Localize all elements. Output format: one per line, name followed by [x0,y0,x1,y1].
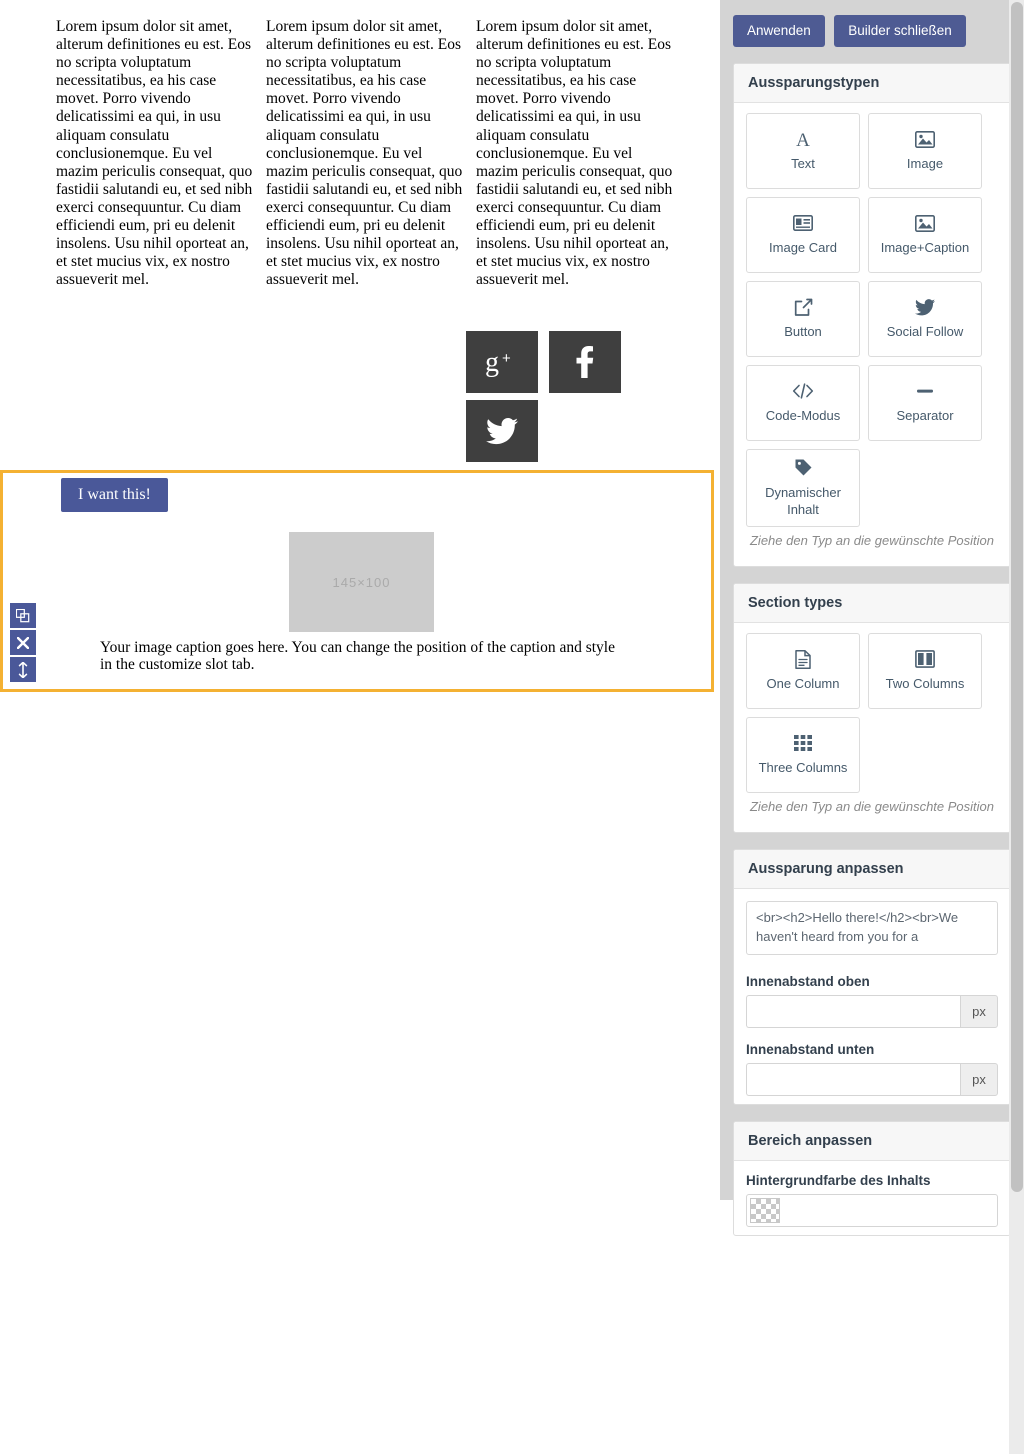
customize-slot-title: Aussparung anpassen [734,849,1010,889]
slot-tile-label: Button [784,324,822,339]
slot-tile-image-caption[interactable]: Image+Caption [868,196,982,273]
section-tile-three-columns[interactable]: Three Columns [746,716,860,793]
slot-tile-label: Image+Caption [880,240,970,255]
slot-tile-dynamic-content[interactable]: Dynamischer Inhalt [746,448,860,527]
three-column-text-section: Lorem ipsum dolor sit amet, alterum defi… [0,18,716,289]
close-builder-button[interactable]: Builder schließen [834,15,966,47]
i-want-this-button[interactable]: I want this! [61,478,168,512]
section-tile-label: Three Columns [758,760,848,775]
customize-area-title: Bereich anpassen [734,1121,1010,1161]
section-tile-label: One Column [766,676,840,691]
customize-area-card: Bereich anpassen Hintergrundfarbe des In… [733,1120,1011,1236]
facebook-icon[interactable] [549,331,622,393]
close-icon[interactable] [10,630,36,655]
slot-tile-label: Separator [896,408,954,423]
tag-icon [794,458,813,478]
section-types-hint: Ziehe den Typ an die gewünschte Position [749,798,995,814]
text-column: Lorem ipsum dolor sit amet, alterum defi… [476,18,673,289]
builder-root: Lorem ipsum dolor sit amet, alterum defi… [0,0,1024,1454]
image-card-icon [793,213,813,233]
customize-slot-card: Aussparung anpassen Innenabstand oben px… [733,848,1011,1105]
section-tile-two-columns[interactable]: Two Columns [868,632,982,709]
padding-bottom-group: px [746,1062,998,1096]
padding-top-group: px [746,994,998,1028]
slot-code-textarea[interactable] [746,900,998,955]
padding-bottom-input[interactable] [746,1062,960,1096]
content-bg-color-field[interactable] [746,1193,998,1227]
padding-top-unit: px [960,994,998,1028]
code-icon [792,381,814,401]
section-tile-one-column[interactable]: One Column [746,632,860,709]
svg-text:A: A [796,130,810,149]
slot-types-title: Aussparungstypen [734,63,1010,103]
padding-bottom-label: Innenabstand unten [746,1041,875,1057]
twitter-icon [915,297,935,317]
padding-top-input[interactable] [746,994,960,1028]
customize-area-body: Hintergrundfarbe des Inhalts [734,1161,1010,1235]
separator-icon [915,381,935,401]
section-types-card: Section types One Column Two Columns Thr… [733,582,1011,833]
padding-top-label: Innenabstand oben [746,973,870,989]
section-types-grid: One Column Two Columns Three Columns [746,632,998,793]
image-caption: Your image caption goes here. You can ch… [100,639,615,673]
email-canvas: Lorem ipsum dolor sit amet, alterum defi… [0,0,720,1454]
selected-section[interactable]: I want this! 145×100 Your image caption … [0,470,714,692]
image-caption-icon [915,213,935,233]
content-bg-color-label: Hintergrundfarbe des Inhalts [746,1172,931,1188]
section-controls [10,603,36,684]
svg-text:+: + [502,350,511,367]
external-link-icon [794,297,813,317]
slot-tile-social-follow[interactable]: Social Follow [868,280,982,357]
slot-tile-image[interactable]: Image [868,112,982,189]
apply-button[interactable]: Anwenden [733,15,825,47]
google-plus-icon[interactable]: g + [466,331,538,393]
padding-bottom-unit: px [960,1062,998,1096]
panel-toolbar: Anwenden Builder schließen [720,0,1024,47]
text-column: Lorem ipsum dolor sit amet, alterum defi… [266,18,463,289]
slot-tile-label: Social Follow [886,324,964,339]
section-types-body: One Column Two Columns Three Columns Zie… [734,623,1010,832]
code-textarea-wrap [746,899,998,960]
section-types-title: Section types [734,583,1010,623]
page-scrollbar-thumb[interactable] [1011,2,1023,1192]
one-column-icon [795,649,811,669]
builder-side-panel: Anwenden Builder schließen Aussparungsty… [720,0,1024,1236]
slot-tile-text[interactable]: A Text [746,112,860,189]
slot-tile-button[interactable]: Button [746,280,860,357]
image-placeholder[interactable]: 145×100 [289,532,434,632]
slot-types-card: Aussparungstypen A Text Image Image Card… [733,62,1011,567]
slot-types-hint: Ziehe den Typ an die gewünschte Position [749,532,995,548]
color-swatch[interactable] [750,1197,780,1223]
slot-tile-label: Image [906,156,944,171]
image-icon [915,129,935,149]
svg-text:g: g [485,347,499,377]
slot-tile-label: Text [791,156,815,171]
slot-tile-label: Code-Modus [765,408,841,423]
section-tile-label: Two Columns [885,676,965,691]
slot-types-grid: A Text Image Image Card Image+Caption Bu… [746,112,998,527]
text-column: Lorem ipsum dolor sit amet, alterum defi… [56,18,253,289]
slot-types-body: A Text Image Image Card Image+Caption Bu… [734,103,1010,566]
slot-tile-image-card[interactable]: Image Card [746,196,860,273]
slot-tile-label: Image Card [769,240,837,255]
slot-tile-separator[interactable]: Separator [868,364,982,441]
three-columns-icon [794,733,812,753]
social-follow-section: g + [466,331,706,469]
page-scrollbar-track[interactable] [1009,0,1024,1454]
slot-tile-label: Dynamischer Inhalt [765,484,841,517]
move-vertical-icon[interactable] [10,657,36,682]
slot-tile-code-mode[interactable]: Code-Modus [746,364,860,441]
copy-icon[interactable] [10,603,36,628]
customize-slot-body: Innenabstand oben px Innenabstand unten … [734,889,1010,1104]
text-icon: A [793,129,813,149]
twitter-icon[interactable] [466,400,538,462]
two-columns-icon [915,649,935,669]
